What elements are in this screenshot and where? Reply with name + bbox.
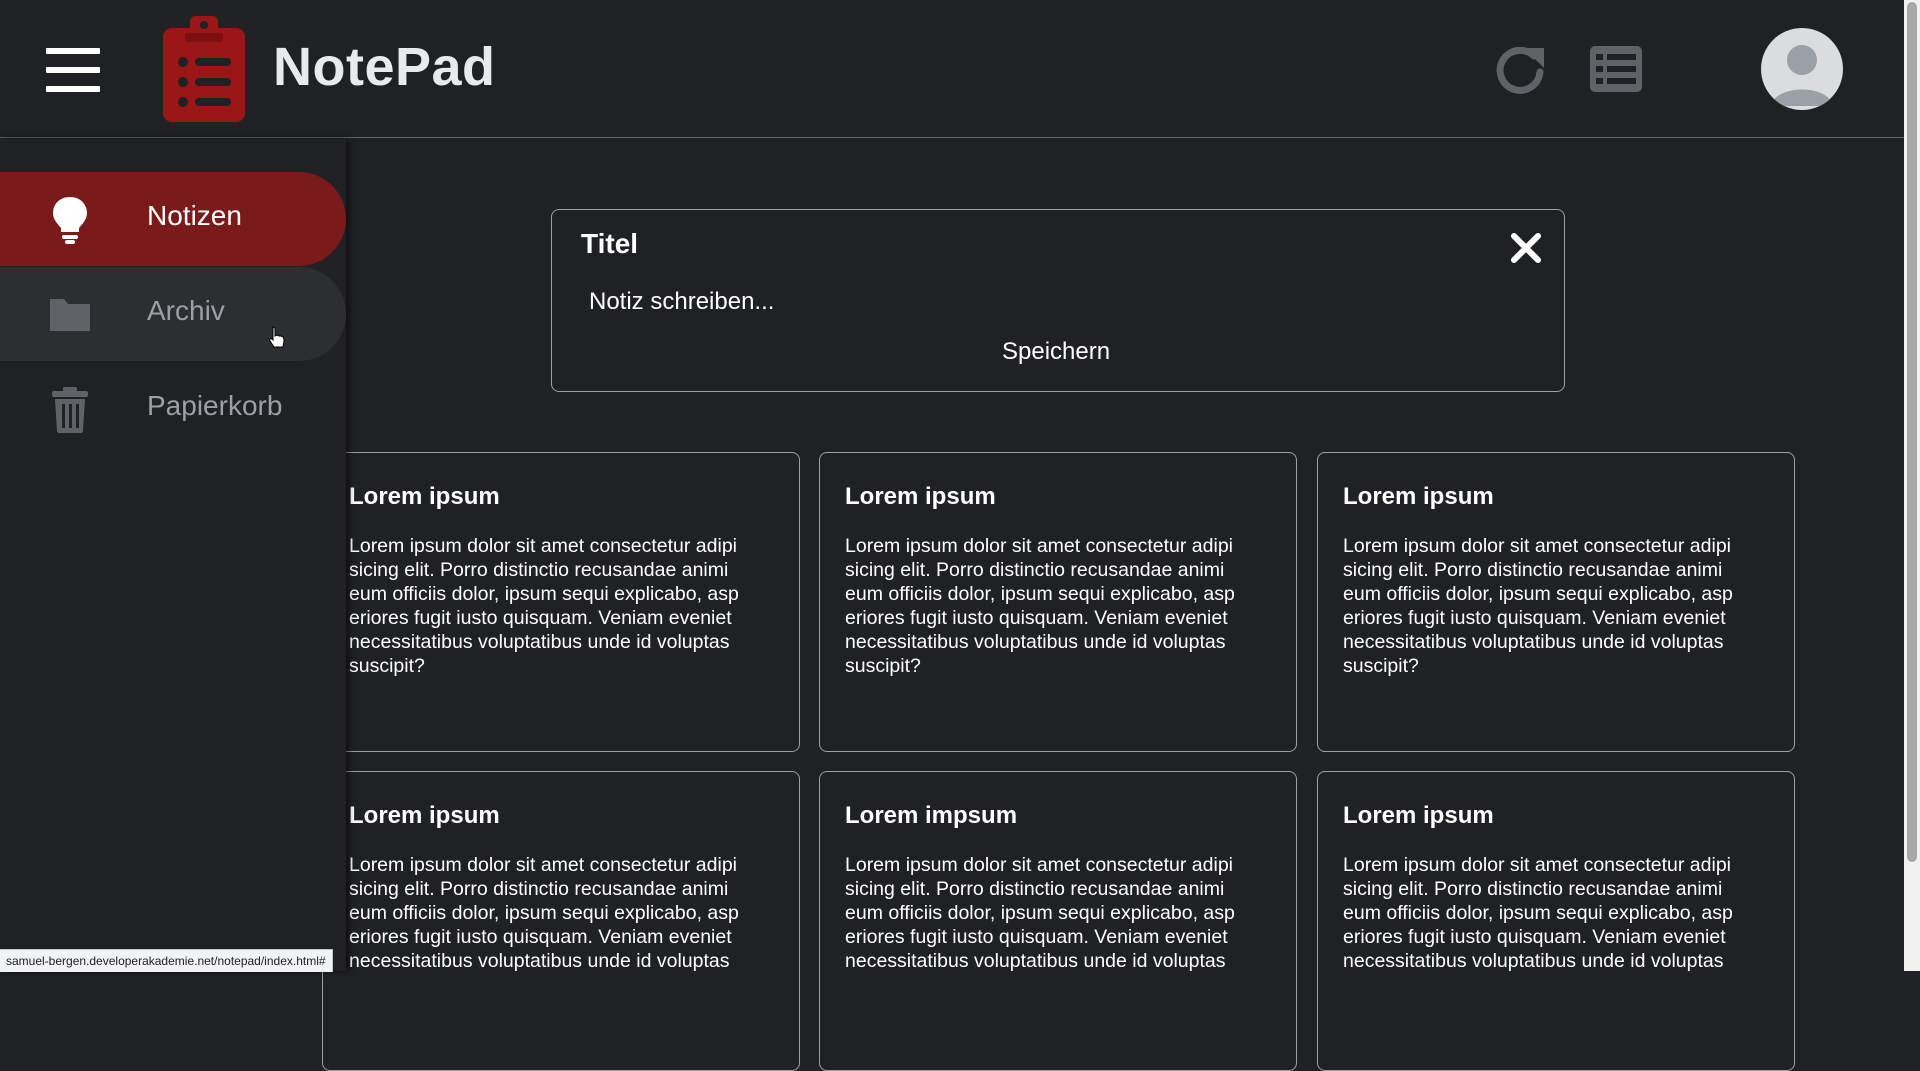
link-status-bar: samuel-bergen.developerakademie.net/note… [0,949,333,972]
sidebar-item-notizen[interactable]: Notizen [0,172,346,266]
note-body-input[interactable]: Notiz schreiben... [589,288,774,316]
note-card[interactable]: Lorem ipsum Lorem ipsum dolor sit amet c… [1317,771,1795,1071]
lightbulb-icon [53,197,87,244]
note-editor: Titel Notiz schreiben... Speichern [551,209,1565,392]
hamburger-menu-icon[interactable] [46,48,106,92]
trash-icon [52,387,88,433]
note-text: Lorem ipsum dolor sit amet consectetur a… [845,854,1235,972]
note-text: Lorem ipsum dolor sit amet consectetur a… [1343,535,1733,677]
note-title: Lorem impsum [845,802,1018,829]
scrollbar-thumb[interactable] [1907,2,1917,862]
note-text: Lorem ipsum dolor sit amet consectetur a… [349,535,739,677]
refresh-icon[interactable] [1492,42,1548,98]
page-scrollbar[interactable] [1904,0,1920,971]
note-title: Lorem ipsum [1343,802,1494,829]
note-card[interactable]: Lorem ipsum Lorem ipsum dolor sit amet c… [819,452,1297,752]
note-title: Lorem ipsum [845,483,996,510]
sidebar-item-archiv[interactable]: Archiv [0,267,346,361]
note-card[interactable]: Lorem impsum Lorem ipsum dolor sit amet … [819,771,1297,1071]
save-button[interactable]: Speichern [1002,338,1110,366]
sidebar-item-label: Notizen [147,200,242,231]
note-text: Lorem ipsum dolor sit amet consectetur a… [1343,854,1733,972]
user-avatar-icon[interactable] [1761,28,1843,110]
note-card[interactable]: Lorem ipsum Lorem ipsum dolor sit amet c… [1317,452,1795,752]
sidebar: Notizen Archiv Papierkorb [0,139,346,971]
title-input[interactable]: Titel [581,228,638,260]
note-text: Lorem ipsum dolor sit amet consectetur a… [349,854,739,972]
clipboard-list-icon [163,16,245,122]
note-text: Lorem ipsum dolor sit amet consectetur a… [845,535,1235,677]
note-card[interactable]: Lorem ipsum Lorem ipsum dolor sit amet c… [322,452,800,752]
folder-icon [50,299,90,331]
note-title: Lorem ipsum [1343,483,1494,510]
list-view-icon[interactable] [1588,44,1644,94]
close-icon[interactable] [1506,228,1546,268]
hand-cursor-icon [269,326,285,348]
sidebar-item-label: Archiv [147,295,225,326]
app-title: NotePad [273,37,496,97]
sidebar-item-label: Papierkorb [147,390,283,421]
note-card[interactable]: Lorem ipsum Lorem ipsum dolor sit amet c… [322,771,800,1071]
note-title: Lorem ipsum [349,802,500,829]
sidebar-item-papierkorb[interactable]: Papierkorb [0,362,346,456]
note-title: Lorem ipsum [349,483,500,510]
app-header: NotePad [0,0,1904,138]
